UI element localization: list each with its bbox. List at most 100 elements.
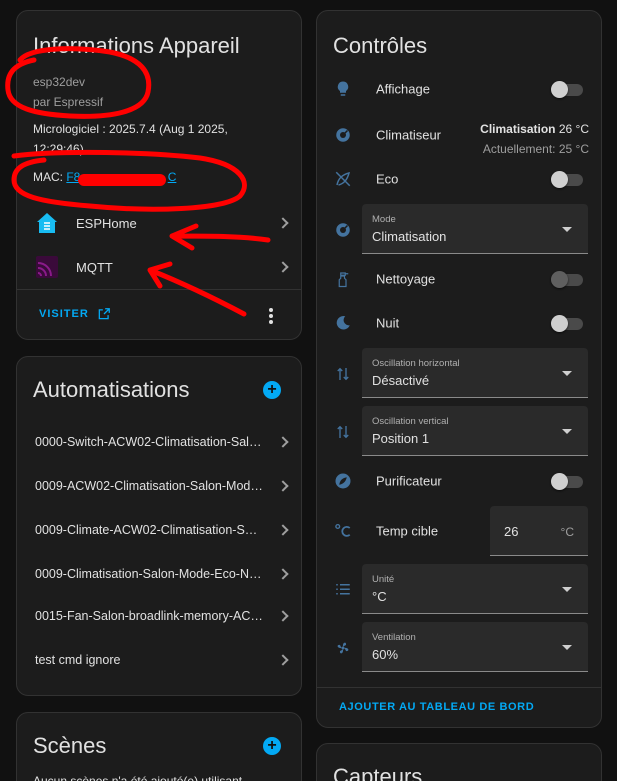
control-nettoyage: Nettoyage xyxy=(317,259,601,299)
divider xyxy=(317,687,601,688)
thermostat-icon xyxy=(336,223,350,237)
visit-label: VISITER xyxy=(39,308,89,320)
automation-label: 0000-Switch-ACW02-Climatisation-Sal… xyxy=(35,435,262,449)
integration-esphome[interactable]: ESPHome xyxy=(17,203,301,243)
fan-icon xyxy=(337,642,349,654)
climate-mode: Climatisation xyxy=(480,122,556,136)
temp-cible-input[interactable]: 26 °C xyxy=(490,506,588,556)
thermostat-icon xyxy=(336,128,350,142)
lightbulb-icon xyxy=(337,81,349,96)
sensors-card: Capteurs xyxy=(316,743,602,781)
control-label: Eco xyxy=(376,171,399,187)
control-climatiseur[interactable]: Climatiseur Climatisation 26 °C Actuelle… xyxy=(317,113,601,159)
firmware-line2: 12:29:46) xyxy=(33,142,84,156)
temp-unit: °C xyxy=(560,525,574,539)
control-label: Affichage xyxy=(376,81,430,97)
device-info-title: Informations Appareil xyxy=(33,33,240,58)
automation-label: 0009-ACW02-Climatisation-Salon-Mod… xyxy=(35,479,263,493)
osc-horizontal-select[interactable]: Oscillation horizontal Désactivé xyxy=(362,348,588,398)
control-eco: Eco xyxy=(317,159,601,199)
automation-label: 0009-Climate-ACW02-Climatisation-Sa… xyxy=(35,523,263,537)
nuit-toggle[interactable] xyxy=(551,315,583,332)
add-scene-button[interactable]: + xyxy=(263,737,281,755)
control-label: Nuit xyxy=(376,315,400,331)
automation-item[interactable]: 0009-Climate-ACW02-Climatisation-Sa… xyxy=(17,509,301,551)
automation-label: 0009-Climatisation-Salon-Mode-Eco-N… xyxy=(35,567,262,581)
nettoyage-toggle[interactable] xyxy=(551,271,583,288)
mac-link[interactable]: F8: C xyxy=(66,170,176,184)
eco-toggle[interactable] xyxy=(551,171,583,188)
automations-card: Automatisations + 0000-Switch-ACW02-Clim… xyxy=(16,356,302,696)
select-value: Désactivé xyxy=(372,373,430,388)
osc-vertical-select[interactable]: Oscillation vertical Position 1 xyxy=(362,406,588,456)
temperature-celsius-icon xyxy=(335,523,351,537)
esphome-icon xyxy=(37,213,57,233)
chevron-right-icon xyxy=(277,610,289,622)
mac-value-end: C xyxy=(167,170,177,184)
climate-target-temp: 26 °C xyxy=(555,122,589,136)
integration-mqtt-label: MQTT xyxy=(76,259,113,275)
select-label: Oscillation horizontal xyxy=(372,358,460,369)
open-in-new-icon xyxy=(98,308,110,320)
automation-item[interactable]: 0009-ACW02-Climatisation-Salon-Mod… xyxy=(17,465,301,507)
climate-current-temp: Actuellement: 25 °C xyxy=(482,142,589,156)
scenes-card: Scènes + Aucun scènes n'a été ajouté(e) … xyxy=(16,712,302,781)
affichage-toggle[interactable] xyxy=(551,81,583,98)
dropdown-caret-icon xyxy=(562,227,572,232)
leaf-off-icon xyxy=(335,171,351,187)
unite-select[interactable]: Unité °C xyxy=(362,564,588,614)
spray-bottle-icon xyxy=(338,272,349,288)
dropdown-caret-icon xyxy=(562,371,572,376)
control-label: Purificateur xyxy=(376,473,442,489)
dropdown-caret-icon xyxy=(562,645,572,650)
chevron-right-icon xyxy=(277,217,289,229)
scenes-title: Scènes xyxy=(33,733,107,758)
add-automation-button[interactable]: + xyxy=(263,381,281,399)
chevron-right-icon xyxy=(277,568,289,580)
control-label: Climatiseur xyxy=(376,127,442,143)
select-value: °C xyxy=(372,589,387,604)
select-value: Climatisation xyxy=(372,229,447,244)
automations-title: Automatisations xyxy=(33,377,190,402)
automation-item[interactable]: test cmd ignore xyxy=(17,639,301,681)
divider xyxy=(17,289,301,290)
control-label: Temp cible xyxy=(376,523,439,539)
select-label: Mode xyxy=(372,214,396,225)
automation-item[interactable]: 0015-Fan-Salon-broadlink-memory-AC… xyxy=(17,595,301,637)
chevron-right-icon xyxy=(277,436,289,448)
firmware-line1: Micrologiciel : 2025.7.4 (Aug 1 2025, xyxy=(33,122,228,136)
automation-item[interactable]: 0009-Climatisation-Salon-Mode-Eco-N… xyxy=(17,553,301,595)
more-options-icon[interactable] xyxy=(269,308,273,324)
select-label: Oscillation vertical xyxy=(372,416,449,427)
leaf-icon xyxy=(335,473,351,489)
visit-button[interactable]: VISITER xyxy=(39,307,111,321)
mode-select[interactable]: Mode Climatisation xyxy=(362,204,588,254)
integration-esphome-label: ESPHome xyxy=(76,215,137,231)
automation-item[interactable]: 0000-Switch-ACW02-Climatisation-Sal… xyxy=(17,421,301,463)
device-manufacturer: par Espressif xyxy=(33,95,104,109)
swap-vertical-icon xyxy=(337,367,349,381)
device-info-card: Informations Appareil esp32dev par Espre… xyxy=(16,10,302,340)
integration-mqtt[interactable]: MQTT xyxy=(17,247,301,287)
moon-icon xyxy=(336,316,350,330)
mac-label: MAC: xyxy=(33,170,67,184)
select-label: Unité xyxy=(372,574,395,585)
climate-state: Climatisation 26 °C Actuellement: 25 °C xyxy=(480,119,589,159)
mac-value-start: F8: xyxy=(66,170,84,184)
mqtt-icon xyxy=(36,256,58,278)
sensors-title: Capteurs xyxy=(333,764,423,781)
purificateur-toggle[interactable] xyxy=(551,473,583,490)
select-value: 60% xyxy=(372,647,399,662)
scenes-empty-text: Aucun scènes n'a été ajouté(e) utilisant xyxy=(33,774,243,781)
select-value: Position 1 xyxy=(372,431,430,446)
add-to-dashboard-button[interactable]: AJOUTER AU TABLEAU DE BORD xyxy=(339,701,534,713)
controls-card: Contrôles Affichage Climatiseur Climatis… xyxy=(316,10,602,728)
swap-vertical-icon xyxy=(337,425,349,439)
ventilation-select[interactable]: Ventilation 60% xyxy=(362,622,588,672)
automation-label: test cmd ignore xyxy=(35,653,121,667)
format-list-icon xyxy=(336,584,350,595)
temp-value: 26 xyxy=(504,524,519,539)
mac-address: MAC: F8: C xyxy=(33,167,176,187)
device-model: esp32dev xyxy=(33,75,86,89)
control-purificateur: Purificateur xyxy=(317,461,601,501)
